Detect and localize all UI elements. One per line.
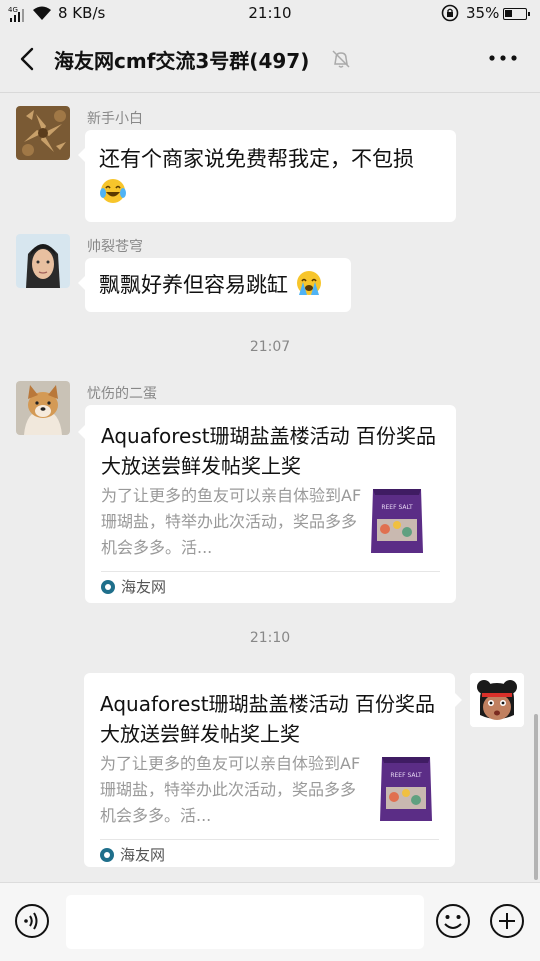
card-title: Aquaforest珊瑚盐盖楼活动 百份奖品大放送尝鲜发帖奖上奖: [100, 692, 435, 746]
tears-of-joy-emoji-icon: [100, 179, 126, 203]
back-arrow-icon[interactable]: [14, 44, 44, 74]
reef-salt-thumbnail-icon: REEF SALT: [380, 757, 432, 821]
haiyou-logo-icon: [101, 580, 115, 594]
avatar[interactable]: [16, 106, 70, 160]
emoji-icon[interactable]: [435, 903, 471, 939]
card-source-label: 海友网: [121, 578, 167, 596]
card-divider: [100, 839, 439, 840]
timestamp: 21:10: [249, 630, 291, 646]
card-source: 海友网: [101, 577, 166, 597]
avatar[interactable]: [16, 381, 70, 435]
sender-name: 帅裂苍穹: [87, 239, 143, 255]
battery-percent: 35%: [466, 4, 500, 22]
sender-name: 新手小白: [87, 111, 143, 127]
status-bar: 4G 8 KB/s 21:10 35%: [0, 0, 540, 28]
battery-icon: [503, 8, 530, 20]
more-options-icon[interactable]: [486, 46, 520, 70]
avatar[interactable]: [16, 234, 70, 288]
plus-icon[interactable]: [489, 903, 525, 939]
link-card[interactable]: Aquaforest珊瑚盐盖楼活动 百份奖品大放送尝鲜发帖奖上奖 为了让更多的鱼…: [78, 405, 456, 603]
svg-text:REEF SALT: REEF SALT: [381, 504, 413, 511]
card-description: 为了让更多的鱼友可以亲自体验到AF珊瑚盐，特举办此次活动，奖品多多机会多多。活.…: [101, 486, 362, 557]
voice-input-icon[interactable]: [14, 903, 50, 939]
svg-text:REEF SALT: REEF SALT: [390, 772, 422, 779]
crying-face-emoji-icon: [296, 271, 321, 295]
link-card[interactable]: Aquaforest珊瑚盐盖楼活动 百份奖品大放送尝鲜发帖奖上奖 为了让更多的鱼…: [84, 673, 462, 867]
reef-salt-thumbnail-icon: REEF SALT: [371, 489, 423, 553]
sender-name: 忧伤的二蛋: [87, 386, 157, 402]
message-bubble[interactable]: 飘飘好养但容易跳缸: [78, 258, 351, 312]
message-input[interactable]: [66, 895, 424, 949]
message-text: 还有个商家说免费帮我定，不包损: [99, 147, 414, 171]
card-source: 海友网: [100, 845, 165, 865]
clock: 21:10: [248, 4, 292, 22]
message-bubble[interactable]: 还有个商家说免费帮我定，不包损: [78, 130, 456, 222]
card-divider: [101, 571, 440, 572]
rotation-lock-icon: [441, 4, 459, 22]
message-text: 飘飘好养但容易跳缸: [99, 273, 288, 297]
scrollbar[interactable]: [534, 714, 538, 880]
chat-title: 海友网cmf交流3号群(497): [54, 49, 310, 73]
my-avatar[interactable]: [470, 673, 524, 727]
input-bar: [0, 882, 540, 961]
mute-bell-icon: [332, 50, 350, 68]
card-title: Aquaforest珊瑚盐盖楼活动 百份奖品大放送尝鲜发帖奖上奖: [101, 424, 436, 478]
timestamp: 21:07: [249, 339, 291, 355]
chat-header: 海友网cmf交流3号群(497): [0, 28, 540, 93]
card-description: 为了让更多的鱼友可以亲自体验到AF珊瑚盐，特举办此次活动，奖品多多机会多多。活.…: [100, 754, 361, 825]
haiyou-logo-icon: [100, 848, 114, 862]
card-source-label: 海友网: [120, 846, 166, 864]
